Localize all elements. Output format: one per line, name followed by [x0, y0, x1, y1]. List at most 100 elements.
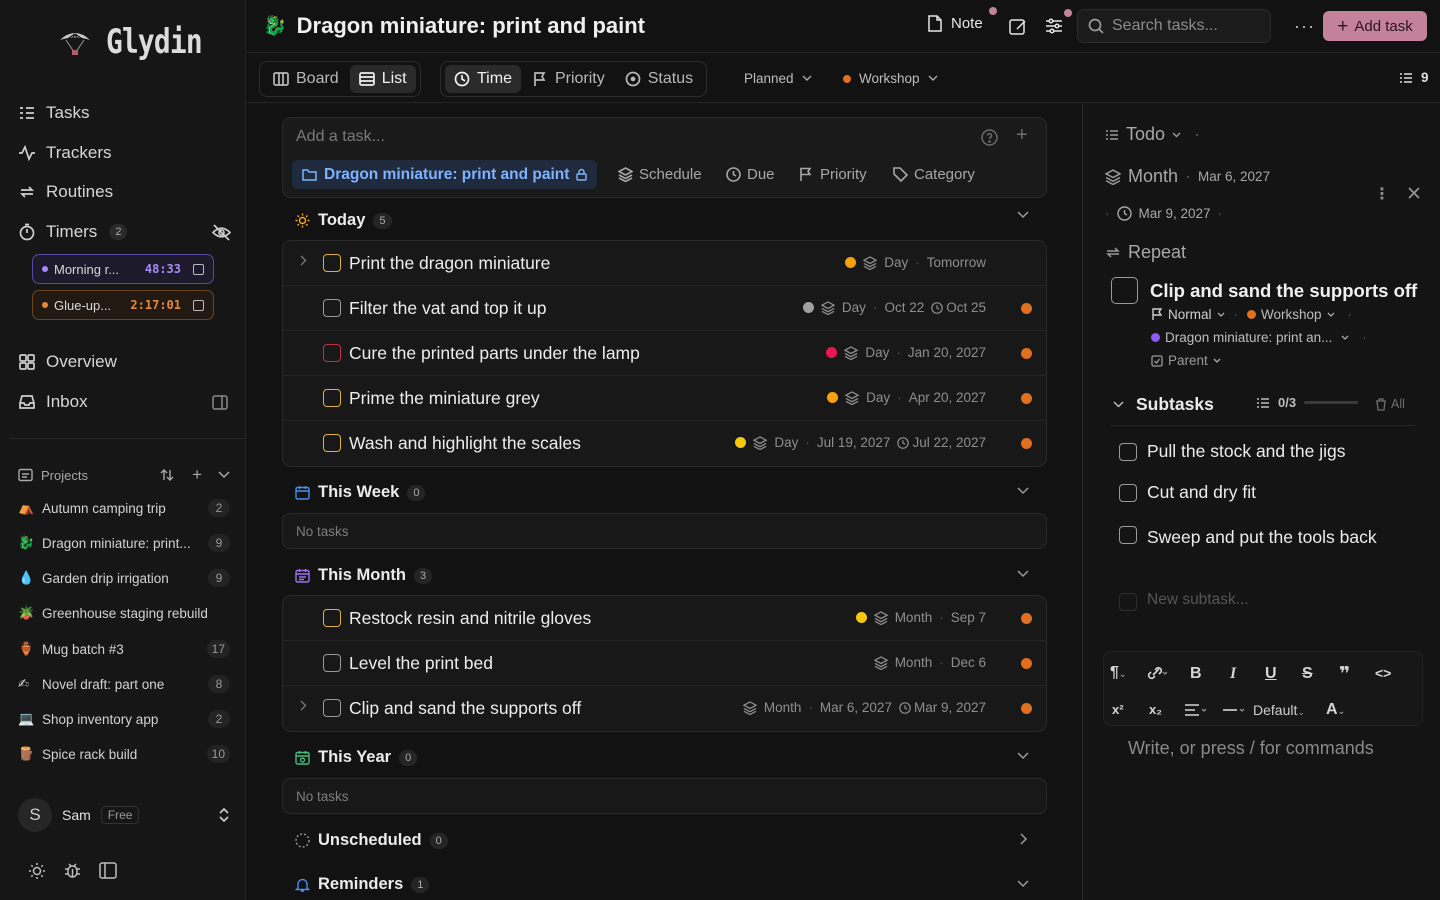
due-option[interactable]: Due [726, 166, 775, 183]
chevron-down-icon[interactable] [218, 471, 230, 479]
chevron-down-icon[interactable] [1017, 880, 1029, 888]
task-row[interactable]: Level the print bed Month · Dec 6 [283, 641, 1046, 686]
subtasks-toggle[interactable]: Subtasks [1113, 394, 1214, 415]
priority-field[interactable]: Normal · Workshop · [1151, 307, 1352, 322]
link-icon[interactable] [1146, 665, 1168, 681]
add-project-icon[interactable]: + [192, 465, 202, 485]
chevron-down-icon[interactable] [1017, 752, 1029, 760]
schedule-option[interactable]: Schedule [618, 166, 702, 183]
task-count[interactable]: 9 [1399, 70, 1429, 85]
project-item[interactable]: ✍ Novel draft: part one 8 [18, 673, 230, 695]
app-logo[interactable]: Glydin [58, 22, 223, 62]
chevron-right-icon[interactable] [300, 255, 307, 266]
chevron-right-icon[interactable] [1020, 833, 1028, 845]
section-unscheduled[interactable]: Unscheduled 0 [295, 831, 448, 850]
task-row[interactable]: Clip and sand the supports off Month · Mar … [283, 686, 1046, 731]
nav-timers[interactable]: Timers 2 [18, 222, 128, 242]
task-row[interactable]: Cure the printed parts under the lamp Day… [283, 331, 1046, 376]
subscript-icon[interactable]: x₂ [1149, 702, 1162, 717]
tab-status[interactable]: Status [616, 65, 702, 93]
editor-placeholder[interactable]: Write, or press / for commands [1128, 738, 1374, 759]
user-menu[interactable]: S Sam Free [18, 798, 230, 832]
settings-sliders-icon[interactable] [1045, 17, 1063, 35]
project-item[interactable]: 💻 Shop inventory app 2 [18, 708, 230, 730]
task-row[interactable]: Print the dragon miniature Day · Tomorrow [283, 241, 1046, 286]
quote-icon[interactable]: ❞ [1339, 663, 1350, 686]
task-row[interactable]: Filter the vat and top it up Day · Oct 22 Oc… [283, 286, 1046, 331]
timer-item[interactable]: Glue-up... 2:17:01 [32, 290, 214, 320]
category-dropdown[interactable]: Workshop [843, 71, 938, 86]
tab-priority[interactable]: Priority [523, 65, 614, 93]
task-checkbox[interactable] [323, 609, 341, 627]
nav-tasks[interactable]: Tasks [18, 103, 89, 123]
priority-option[interactable]: Priority [799, 166, 867, 183]
subtask-item[interactable]: Sweep and put the tools back [1119, 524, 1379, 550]
plus-icon[interactable]: + [1016, 124, 1028, 147]
strikethrough-icon[interactable]: S [1302, 665, 1313, 683]
task-checkbox[interactable] [1111, 277, 1138, 304]
text-color-icon[interactable]: A⌄ [1326, 701, 1345, 719]
italic-icon[interactable]: I [1230, 665, 1236, 683]
note-button[interactable]: Note [927, 15, 983, 32]
category-option[interactable]: Category [893, 166, 975, 183]
tab-time[interactable]: Time [445, 65, 521, 93]
project-item[interactable]: 🏺 Mug batch #3 17 [18, 638, 230, 660]
repeat-field[interactable]: Repeat [1105, 242, 1186, 263]
panel-toggle-icon[interactable] [212, 395, 228, 410]
task-checkbox[interactable] [323, 344, 341, 362]
nav-overview[interactable]: Overview [18, 352, 117, 372]
chevron-down-icon[interactable] [1017, 570, 1029, 578]
task-checkbox[interactable] [323, 254, 341, 272]
project-item[interactable]: 🪴 Greenhouse staging rebuild [18, 602, 230, 624]
nav-inbox[interactable]: Inbox [18, 392, 88, 412]
sun-icon[interactable] [28, 862, 46, 880]
task-checkbox[interactable] [323, 299, 341, 317]
chevron-down-icon[interactable] [1017, 211, 1029, 219]
help-icon[interactable] [981, 129, 998, 146]
subtask-item[interactable]: Cut and dry fit [1119, 482, 1256, 503]
superscript-icon[interactable]: x² [1112, 702, 1124, 717]
add-task-button[interactable]: + Add task [1323, 11, 1427, 41]
subtask-checkbox[interactable] [1119, 484, 1137, 502]
project-item[interactable]: 💧 Garden drip irrigation 9 [18, 567, 230, 589]
bug-icon[interactable] [63, 861, 82, 880]
more-icon[interactable]: ··· [1294, 16, 1315, 37]
stop-icon[interactable] [193, 263, 204, 275]
new-subtask-input[interactable]: New subtask... [1119, 591, 1249, 611]
task-checkbox[interactable] [323, 434, 341, 452]
project-item[interactable]: 🐉 Dragon miniature: print... 9 [18, 532, 230, 554]
section-this-year[interactable]: This Year 0 [295, 748, 418, 767]
status-dropdown[interactable]: Todo · [1105, 124, 1200, 145]
parent-field[interactable]: Parent [1151, 353, 1221, 368]
task-checkbox[interactable] [323, 654, 341, 672]
subtask-checkbox[interactable] [1119, 526, 1137, 544]
tab-list[interactable]: List [349, 65, 416, 93]
task-title[interactable]: Clip and sand the supports off [1150, 280, 1417, 302]
chevron-down-icon[interactable] [1017, 487, 1029, 495]
stop-icon[interactable] [193, 299, 204, 311]
underline-icon[interactable]: U [1265, 665, 1277, 683]
subtask-item[interactable]: Pull the stock and the jigs [1119, 441, 1345, 462]
due-field[interactable]: · Mar 9, 2027 · [1105, 206, 1222, 221]
add-task-input[interactable]: Add a task... [296, 128, 385, 146]
sort-icon[interactable] [160, 468, 174, 482]
delete-all-button[interactable]: All [1375, 397, 1405, 411]
task-checkbox[interactable] [323, 389, 341, 407]
close-icon[interactable] [1408, 187, 1420, 199]
nav-trackers[interactable]: Trackers [18, 143, 112, 163]
font-family-dropdown[interactable]: Default⌄ [1253, 702, 1305, 718]
project-field[interactable]: Dragon miniature: print an... · [1151, 330, 1367, 345]
edit-view-icon[interactable] [1009, 18, 1027, 36]
chevron-right-icon[interactable] [300, 700, 307, 711]
sidebar-toggle-icon[interactable] [99, 862, 117, 879]
timer-item[interactable]: Morning r... 48:33 [32, 254, 214, 284]
paragraph-icon[interactable]: ¶⌄ [1110, 664, 1126, 682]
project-item[interactable]: 🪵 Spice rack build 10 [18, 743, 230, 765]
subtask-checkbox[interactable] [1119, 443, 1137, 461]
section-this-week[interactable]: This Week 0 [295, 483, 426, 502]
align-icon[interactable] [1184, 703, 1208, 717]
project-chip[interactable]: Dragon miniature: print and paint [292, 160, 598, 189]
project-item[interactable]: ⛺ Autumn camping trip 2 [18, 497, 230, 519]
section-reminders[interactable]: Reminders 1 [295, 875, 430, 894]
scope-field[interactable]: Month · Mar 6, 2027 [1105, 166, 1270, 187]
